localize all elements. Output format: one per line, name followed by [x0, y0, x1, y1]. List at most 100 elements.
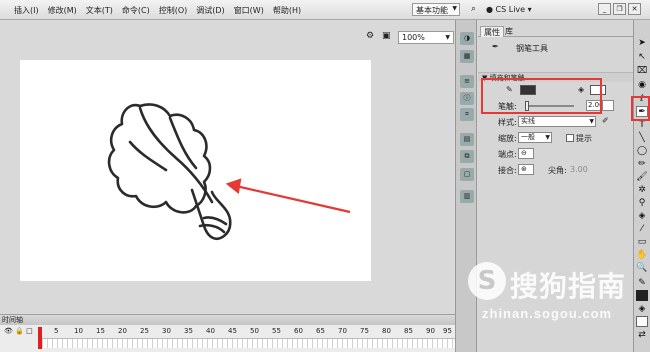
hand-tool-icon[interactable]: ✋: [636, 250, 648, 261]
chevron-down-icon: ▼: [589, 118, 594, 125]
style-label: 样式:: [498, 118, 517, 127]
tab-properties[interactable]: 属性: [480, 26, 504, 37]
search-icon[interactable]: ⌕: [471, 4, 483, 16]
stroke-width-extra[interactable]: [602, 100, 614, 111]
join-icon: ⊛: [521, 165, 527, 173]
bone-tool-icon[interactable]: ⚲: [636, 198, 648, 209]
outline-icon[interactable]: □: [26, 327, 33, 335]
frame-number: 5: [54, 327, 59, 335]
join-select[interactable]: ⊛: [518, 164, 534, 175]
timeline-title: 时间轴: [0, 315, 455, 325]
miter-value[interactable]: 3.00: [570, 165, 588, 174]
menu-commands[interactable]: 命令(C): [122, 5, 150, 16]
hint-label: 提示: [576, 134, 592, 143]
highlight-pen-tool: [631, 96, 650, 121]
cabbage-drawing[interactable]: [100, 98, 240, 248]
frame-number: 15: [96, 327, 105, 335]
paint-bucket-tool-icon[interactable]: ◈: [636, 211, 648, 222]
tab-library[interactable]: 库: [502, 26, 516, 37]
minimize-button[interactable]: _: [598, 3, 611, 15]
chevron-down-icon: ▼: [545, 134, 550, 141]
menu-modify[interactable]: 修改(M): [48, 5, 77, 16]
frame-number: 10: [74, 327, 83, 335]
align-icon[interactable]: ≡: [460, 75, 474, 88]
text-tool-icon[interactable]: T: [636, 120, 648, 131]
menu-text[interactable]: 文本(T): [86, 5, 113, 16]
style-select[interactable]: 实线 ▼: [518, 116, 596, 127]
brush-tool-icon[interactable]: 🖌: [636, 172, 648, 183]
info-icon[interactable]: ⓘ: [460, 92, 474, 105]
frame-number: 95: [443, 327, 452, 335]
tool-name: 钢笔工具: [516, 44, 548, 53]
frame-number: 50: [250, 327, 259, 335]
frame-number: 45: [228, 327, 237, 335]
frame-number: 20: [118, 327, 127, 335]
frame-number: 85: [404, 327, 413, 335]
restore-button[interactable]: ❐: [613, 3, 626, 15]
workspace-switcher[interactable]: 基本功能 ▼: [412, 3, 460, 16]
zoom-value: 100%: [402, 33, 425, 42]
pencil-tool-icon[interactable]: ✏: [636, 159, 648, 170]
line-tool-icon[interactable]: ╲: [636, 133, 648, 144]
components-icon[interactable]: ▤: [460, 133, 474, 146]
subselection-tool-icon[interactable]: ↖: [636, 52, 648, 63]
timeline-frames[interactable]: [38, 338, 455, 348]
eyedropper-tool-icon[interactable]: ⁄: [636, 224, 648, 235]
join-row: 接合: ⊛ 尖角: 3.00: [478, 163, 633, 177]
join-label: 接合:: [498, 166, 517, 175]
transform-icon[interactable]: ⌗: [460, 108, 474, 121]
free-transform-tool-icon[interactable]: ⌧: [636, 66, 648, 77]
scale-select[interactable]: 一般 ▼: [518, 132, 552, 143]
frame-number: 90: [426, 327, 435, 335]
eye-icon[interactable]: 👁: [4, 327, 13, 335]
frame-number: 55: [272, 327, 281, 335]
playhead[interactable]: [38, 327, 42, 349]
lock-icon[interactable]: 🔒: [15, 327, 24, 335]
edit-style-icon[interactable]: ✐: [602, 116, 609, 125]
frame-number: 70: [338, 327, 347, 335]
cs-live-button[interactable]: ● CS Live ▾: [486, 5, 532, 14]
swatches-icon[interactable]: ▦: [460, 50, 474, 63]
edit-symbols-icon[interactable]: ⚙: [366, 31, 378, 43]
cap-select[interactable]: ⊖: [518, 148, 534, 159]
frame-number: 80: [382, 327, 391, 335]
cs-live-label: CS Live: [495, 5, 526, 14]
library-icon[interactable]: ▢: [460, 168, 474, 181]
timeline-panel: 时间轴 👁 🔒 □ 1 5 10 15 20 25 30 35 40 45 50…: [0, 314, 455, 352]
menu-debug[interactable]: 调试(D): [196, 5, 224, 16]
scale-label: 缩放:: [498, 134, 517, 143]
deco-tool-icon[interactable]: ✲: [636, 185, 648, 196]
menu-control[interactable]: 控制(O): [159, 5, 188, 16]
selection-tool-icon[interactable]: ➤: [636, 38, 648, 49]
history-icon[interactable]: ▥: [460, 190, 474, 203]
hint-checkbox[interactable]: [566, 134, 574, 142]
miter-label: 尖角:: [548, 166, 567, 175]
frame-number: 25: [140, 327, 149, 335]
close-button[interactable]: ✕: [628, 3, 641, 15]
menu-help[interactable]: 帮助(H): [273, 5, 301, 16]
menu-items: 插入(I) 修改(M) 文本(T) 命令(C) 控制(O) 调试(D) 窗口(W…: [0, 5, 301, 16]
layer-controls: 👁 🔒 □: [4, 327, 33, 335]
motion-presets-icon[interactable]: ⧉: [460, 150, 474, 163]
zoom-select[interactable]: 100% ▼: [398, 31, 454, 44]
menu-insert[interactable]: 插入(I): [14, 5, 39, 16]
watermark-url: zhinan.sogou.com: [482, 306, 613, 321]
watermark-text: 搜狗指南: [510, 270, 627, 303]
frame-number: 35: [184, 327, 193, 335]
cap-icon: ⊖: [521, 149, 527, 157]
swap-colors-icon[interactable]: ⇄: [636, 330, 648, 341]
3d-rotation-tool-icon[interactable]: ◉: [636, 80, 648, 91]
highlight-fill-stroke: [481, 78, 602, 114]
sogou-logo: S: [468, 262, 506, 300]
frame-number: 30: [162, 327, 171, 335]
edit-scene-icon[interactable]: ▣: [382, 31, 394, 43]
frame-number: 60: [294, 327, 303, 335]
cap-label: 端点:: [498, 150, 517, 159]
menu-bar: 插入(I) 修改(M) 文本(T) 命令(C) 控制(O) 调试(D) 窗口(W…: [0, 0, 650, 20]
eraser-tool-icon[interactable]: ▭: [636, 237, 648, 248]
timeline-ruler: 1 5 10 15 20 25 30 35 40 45 50 55 60 65 …: [38, 327, 455, 337]
oval-tool-icon[interactable]: ◯: [636, 146, 648, 157]
chevron-down-icon: ▼: [452, 5, 457, 12]
color-panel-icon[interactable]: ◑: [460, 32, 474, 45]
menu-window[interactable]: 窗口(W): [234, 5, 264, 16]
